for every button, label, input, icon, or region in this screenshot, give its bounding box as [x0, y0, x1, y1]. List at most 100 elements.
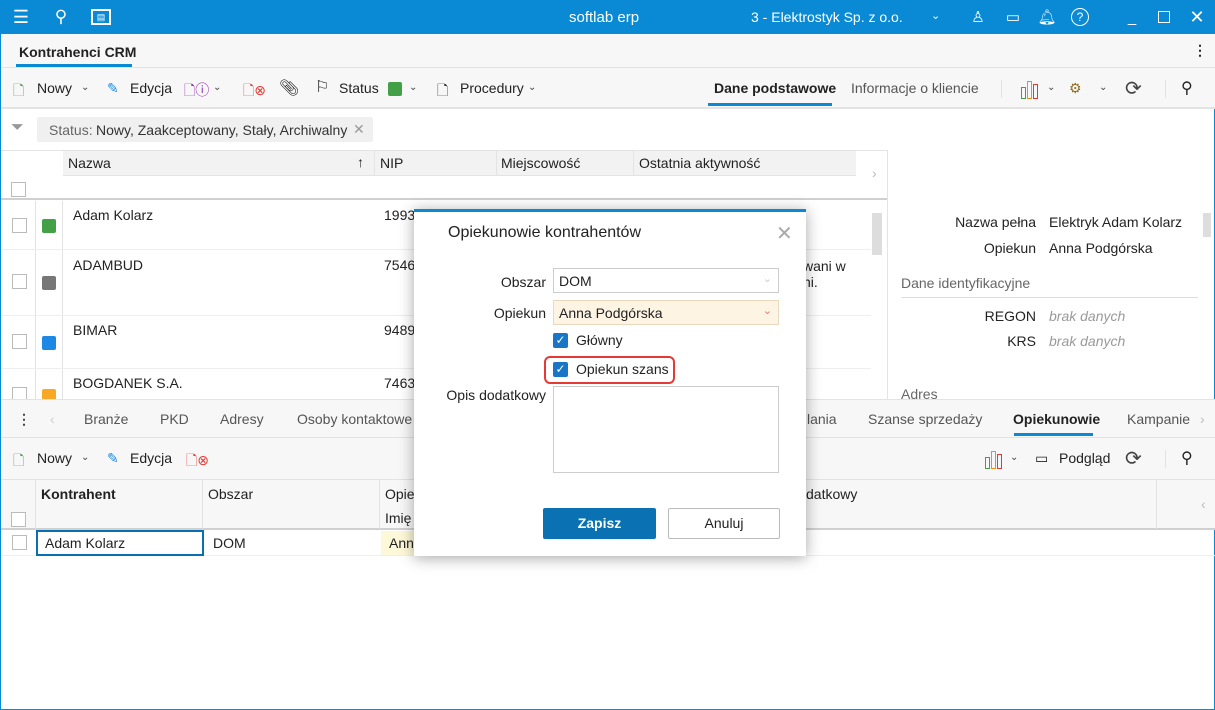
new-document-icon[interactable]: 🗋 — [13, 80, 24, 104]
opportunity-guardian-checkbox[interactable]: ✓ — [553, 362, 568, 377]
chevron-down-icon[interactable]: ⌄ — [81, 82, 89, 93]
search-filter-icon[interactable]: ⚲ — [1181, 78, 1193, 98]
column-obszar[interactable]: Obszar — [208, 486, 253, 502]
scroll-left-icon[interactable]: ‹ — [50, 411, 55, 427]
area-select[interactable]: DOM ⌄ — [553, 268, 779, 293]
tab-kampanie[interactable]: Kampanie — [1127, 411, 1190, 427]
scroll-left-icon[interactable]: ‹ — [1201, 496, 1206, 512]
column-nip[interactable]: NIP — [380, 155, 403, 171]
guardian-value: Anna Podgórska — [559, 305, 663, 321]
save-button[interactable]: Zapisz — [543, 508, 656, 539]
tab-pkd[interactable]: PKD — [160, 411, 189, 427]
details-scrollbar[interactable] — [1203, 213, 1211, 237]
new-button[interactable]: Nowy — [37, 80, 72, 96]
column-miejscowosc[interactable]: Miejscowość — [501, 155, 580, 171]
sort-ascending-icon[interactable]: ↑ — [357, 154, 364, 170]
row-checkbox[interactable] — [12, 387, 27, 399]
flag-icon[interactable]: ⚐ — [315, 77, 329, 97]
chevron-down-icon[interactable]: ⌄ — [528, 82, 536, 93]
chat-icon[interactable]: ▭ — [1004, 8, 1022, 26]
tab-branze[interactable]: Branże — [84, 411, 128, 427]
more-options-icon[interactable]: ⋮ — [1193, 42, 1207, 59]
settings-gear-icon[interactable]: ⚙ — [1069, 80, 1082, 97]
menu-icon[interactable]: ☰ — [11, 7, 31, 27]
cell-guardian-text: Ann — [389, 535, 414, 551]
filter-chip[interactable]: Status: Nowy, Zaakceptowany, Stały, Arch… — [37, 117, 373, 142]
scroll-right-icon[interactable]: › — [1200, 411, 1205, 427]
close-icon[interactable]: ✕ — [776, 221, 793, 246]
row-checkbox[interactable] — [12, 334, 27, 349]
cell-contractor[interactable]: Adam Kolarz — [36, 530, 204, 556]
new-document-icon[interactable]: 🗋 — [13, 450, 24, 474]
select-all-checkbox[interactable] — [11, 512, 26, 527]
edit-button[interactable]: Edycja — [130, 80, 172, 96]
filter-chip-label: Status: — [49, 122, 93, 138]
chevron-down-icon[interactable]: ⌄ — [409, 82, 417, 93]
row-checkbox[interactable] — [12, 218, 27, 233]
chevron-down-icon[interactable]: ⌄ — [931, 9, 940, 22]
maximize-icon[interactable] — [1158, 11, 1170, 23]
guardian-select[interactable]: Anna Podgórska ⌄ — [553, 300, 779, 325]
preview-icon[interactable]: ▭ — [1035, 450, 1048, 467]
edit-button[interactable]: Edycja — [130, 450, 172, 466]
scroll-right-icon[interactable]: › — [872, 165, 877, 181]
main-checkbox[interactable]: ✓ — [553, 333, 568, 348]
delete-document-icon[interactable]: 🗋⊗ — [243, 80, 266, 104]
grid-scrollbar[interactable] — [872, 213, 882, 255]
new-button[interactable]: Nowy — [37, 450, 72, 466]
cancel-button[interactable]: Anuluj — [668, 508, 780, 539]
label-full-name: Nazwa pełna — [955, 214, 1036, 230]
procedures-button[interactable]: Procedury — [460, 80, 524, 96]
edit-icon[interactable]: ✎ — [107, 80, 119, 97]
refresh-icon[interactable]: ⟳ — [1125, 76, 1142, 101]
chevron-down-icon[interactable]: ⌄ — [81, 452, 89, 463]
column-ostatnia-aktywnosc[interactable]: Ostatnia aktywność — [639, 155, 760, 171]
chevron-down-icon[interactable]: ⌄ — [1010, 452, 1018, 463]
delete-document-icon[interactable]: 🗋⊗ — [186, 450, 209, 474]
attachment-icon[interactable]: 📎︎ — [279, 78, 299, 98]
tab-kontrahenci-crm[interactable]: Kontrahenci CRM — [19, 44, 136, 60]
section-identification: Dane identyfikacyjne — [901, 275, 1031, 291]
tab-opiekunowie[interactable]: Opiekunowie — [1013, 411, 1100, 427]
procedures-icon[interactable]: 🗋 — [437, 80, 448, 104]
value-regon: brak danych — [1049, 308, 1126, 324]
description-textarea[interactable] — [553, 386, 779, 473]
search-icon[interactable]: ⚲ — [51, 7, 71, 27]
tab-informacje-o-kliencie[interactable]: Informacje o kliencie — [851, 80, 979, 96]
chevron-down-icon[interactable]: ⌄ — [1047, 82, 1055, 93]
column-kontrahent[interactable]: Kontrahent — [41, 486, 116, 502]
main-label: Główny — [576, 332, 623, 348]
chevron-down-icon[interactable]: ⌄ — [1099, 82, 1107, 93]
select-all-checkbox[interactable] — [11, 182, 26, 197]
info-document-icon[interactable]: 🗋ⓘ — [184, 80, 209, 104]
tab-dane-podstawowe[interactable]: Dane podstawowe — [714, 80, 836, 96]
refresh-icon[interactable]: ⟳ — [1125, 446, 1142, 471]
company-selector[interactable]: 3 - Elektrostyk Sp. z o.o. — [751, 9, 903, 25]
chart-icon[interactable] — [985, 451, 1005, 469]
tab-adresy[interactable]: Adresy — [220, 411, 264, 427]
more-options-icon[interactable]: ⋮ — [17, 411, 31, 428]
bell-icon[interactable]: 🔔︎ — [1037, 8, 1056, 26]
column-opis-dodatkowy[interactable]: datkowy — [806, 486, 857, 502]
search-filter-icon[interactable]: ⚲ — [1181, 448, 1193, 468]
preview-button[interactable]: Podgląd — [1059, 450, 1110, 466]
tab-partial[interactable]: lania — [807, 411, 837, 427]
column-nazwa[interactable]: Nazwa — [68, 155, 111, 171]
row-checkbox[interactable] — [12, 274, 27, 289]
news-icon[interactable]: ▤ — [91, 9, 111, 25]
status-button[interactable]: Status — [339, 80, 379, 96]
edit-icon[interactable]: ✎ — [107, 450, 119, 467]
column-opiekun[interactable]: Opie — [385, 486, 415, 502]
chart-icon[interactable] — [1021, 81, 1041, 99]
user-icon[interactable]: ♙ — [969, 8, 987, 26]
chevron-down-icon[interactable]: ⌄ — [213, 82, 221, 93]
tab-osoby-kontaktowe[interactable]: Osoby kontaktowe — [297, 411, 412, 427]
filter-icon[interactable]: ⏷ — [11, 119, 24, 137]
minimize-icon[interactable]: _ — [1124, 8, 1140, 26]
tab-szanse-sprzedazy[interactable]: Szanse sprzedaży — [868, 411, 982, 427]
remove-filter-icon[interactable]: ✕ — [353, 121, 365, 138]
help-icon[interactable]: ? — [1071, 8, 1089, 26]
close-icon[interactable]: ✕ — [1188, 7, 1206, 27]
row-checkbox[interactable] — [12, 535, 27, 550]
column-imie[interactable]: Imię — [385, 510, 411, 526]
